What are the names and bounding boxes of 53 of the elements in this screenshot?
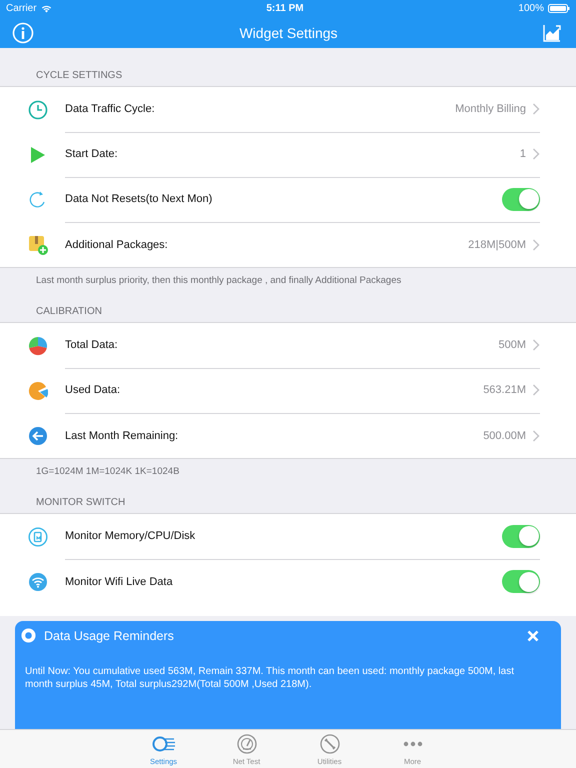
section-header: CALIBRATION (35, 306, 103, 319)
section-header: CYCLE SETTINGS (35, 70, 124, 83)
package-add-icon (28, 234, 48, 254)
carrier-label: Carrier (6, 3, 37, 14)
more-icon (402, 741, 422, 747)
clock-icon (28, 100, 48, 120)
waves-icon (152, 734, 176, 754)
wrench-icon (320, 734, 340, 754)
setting-value[interactable]: Monthly Billing (455, 103, 526, 115)
chevron-icon[interactable] (532, 339, 540, 351)
chevron-icon[interactable] (532, 238, 540, 250)
refresh-icon (28, 190, 48, 210)
chevron-icon[interactable] (532, 103, 540, 115)
battery-icon (548, 4, 570, 13)
status-time: 5:11 PM (266, 3, 304, 14)
setting-value[interactable]: 218M|500M (468, 238, 526, 250)
close-icon[interactable] (527, 630, 539, 642)
section-header: MONITOR SWITCH (35, 497, 126, 510)
chevron-icon[interactable] (532, 148, 540, 160)
wifi-icon (28, 572, 48, 592)
section-footnote: 1G=1024M 1M=1024K 1K=1024B (35, 465, 180, 479)
wifi-signal-icon (40, 4, 52, 12)
play-icon (30, 146, 46, 164)
setting-label: Used Data: (65, 384, 122, 396)
pie-chart-icon (28, 380, 48, 400)
section-footnote: Last month surplus priority, then this monthly package , and finally Additional Packages (35, 274, 402, 288)
device-icon (28, 526, 48, 546)
setting-value[interactable]: 500M (498, 339, 526, 351)
gauge-icon (236, 734, 256, 754)
setting-label: Total Data: (65, 339, 119, 351)
setting-value[interactable]: 500.00M (483, 430, 526, 442)
lifebuoy-icon (21, 628, 36, 643)
chevron-icon[interactable] (532, 430, 540, 442)
banner-message: Until Now: You cumulative used 563M, Remain 337M. This month can been used: monthly package 500M, last month surplus 45M, Total surplus292M(Total 500M ,Used 218M). (24, 665, 515, 691)
setting-value[interactable]: 563.21M (483, 384, 526, 396)
battery-percent: 100% (518, 3, 544, 14)
setting-label: Data Traffic Cycle: (65, 103, 156, 115)
nav-title: Widget Settings (239, 24, 338, 40)
info-icon[interactable] (12, 22, 34, 44)
chart-icon[interactable] (543, 24, 561, 42)
banner-title: Data Usage Reminders (44, 628, 175, 642)
setting-label: Data Not Resets(to Next Mon) (65, 193, 214, 205)
chevron-icon[interactable] (532, 384, 540, 396)
toggle-switch[interactable] (502, 524, 540, 548)
setting-label: Monitor Wifi Live Data (65, 576, 174, 588)
setting-label: Start Date: (65, 148, 119, 160)
toggle-switch[interactable] (502, 570, 540, 593)
setting-label: Monitor Memory/CPU/Disk (65, 530, 196, 542)
pie-chart-icon (28, 336, 48, 356)
setting-label: Last Month Remaining: (65, 430, 180, 442)
toggle-switch[interactable] (502, 188, 540, 210)
setting-value[interactable]: 1 (520, 148, 526, 160)
setting-label: Additional Packages: (65, 238, 169, 250)
